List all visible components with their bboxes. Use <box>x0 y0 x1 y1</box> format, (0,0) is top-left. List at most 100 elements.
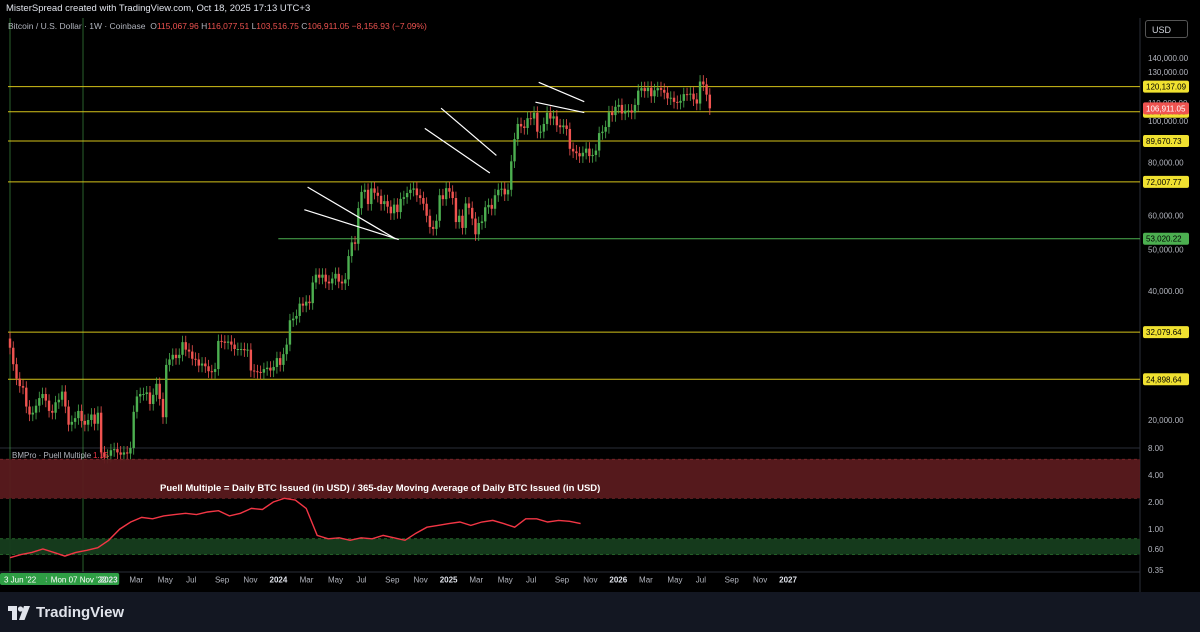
candle-body <box>54 402 57 413</box>
candle-body <box>64 391 67 407</box>
trendline-5 <box>535 101 585 114</box>
level-label-4: 53,020.22 <box>1146 235 1182 244</box>
puell-tick-0: 8.00 <box>1148 444 1164 453</box>
candle-body <box>213 369 217 372</box>
tradingview-logo-icon <box>8 605 30 620</box>
candle-body <box>399 198 402 213</box>
candle-body <box>67 406 70 425</box>
candle-body <box>181 342 184 355</box>
candle-body <box>637 90 640 105</box>
candle-body <box>409 189 412 194</box>
candle-body <box>412 188 415 190</box>
candle-body <box>178 354 181 359</box>
candle-body <box>298 303 301 316</box>
candle-body <box>663 89 666 93</box>
candle-body <box>350 242 353 257</box>
price-tick-6: 50,000.00 <box>1148 246 1184 255</box>
time-tick-18: Jul <box>526 576 536 585</box>
time-tick-17: May <box>498 576 513 585</box>
candle-body <box>187 349 191 352</box>
candle-body <box>591 154 594 157</box>
candle-body <box>21 386 25 388</box>
candle-body <box>145 392 148 395</box>
candle-body <box>337 273 340 282</box>
candle-body <box>220 340 223 342</box>
candle-body <box>467 203 471 208</box>
candle-body <box>321 274 324 278</box>
candle-body <box>594 150 598 155</box>
puell-legend-name: BMPro · Puell Multiple <box>12 451 92 460</box>
candle-body <box>604 127 607 132</box>
candle-body <box>584 148 588 153</box>
time-tick-27: 2027 <box>779 576 797 585</box>
candle-body <box>428 215 432 227</box>
candle-body <box>77 410 80 419</box>
candle-body <box>633 104 637 113</box>
candle-body <box>41 394 44 399</box>
candle-body <box>340 281 344 284</box>
tradingview-logo[interactable]: TradingView <box>8 604 124 621</box>
candle-body <box>125 452 129 454</box>
candle-body <box>135 396 139 412</box>
candle-body <box>96 412 100 424</box>
candle-body <box>386 201 389 207</box>
time-tick-13: Sep <box>385 576 400 585</box>
candle-body <box>640 88 643 91</box>
candle-body <box>558 125 562 128</box>
level-label-3: 72,007.77 <box>1146 178 1182 187</box>
candle-body <box>457 215 461 223</box>
time-tick-14: Nov <box>414 576 428 585</box>
candle-body <box>581 152 585 157</box>
price-tick-8: 20,000.00 <box>1148 416 1184 425</box>
candle-body <box>562 125 565 128</box>
candle-body <box>405 193 409 198</box>
candle-body <box>278 358 282 365</box>
candle-body <box>148 392 152 404</box>
time-tick-2: Mon 07 Nov '22 <box>51 576 107 585</box>
candle-body <box>165 364 168 418</box>
candle-body <box>12 347 15 365</box>
time-tick-21: 2026 <box>609 576 627 585</box>
candle-body <box>643 88 646 92</box>
candle-body <box>545 112 549 124</box>
candle-body <box>366 189 370 205</box>
candle-body <box>500 188 503 190</box>
candle-body <box>155 383 158 395</box>
time-tick-3: 2023 <box>100 576 118 585</box>
candle-body <box>217 340 220 370</box>
puell-tick-1: 4.00 <box>1148 471 1164 480</box>
price-tick-4: 80,000.00 <box>1148 158 1184 167</box>
candle-body <box>142 394 145 396</box>
candle-body <box>197 359 200 366</box>
logo-text: TradingView <box>36 604 125 621</box>
candle-body <box>171 354 174 360</box>
level-label-0: 120,137.09 <box>1146 83 1187 92</box>
candle-body <box>614 106 617 116</box>
candle-body <box>542 123 546 132</box>
price-chart[interactable]: 120,137.09104,987.3589,670.7372,007.7753… <box>0 0 1200 592</box>
candle-body <box>291 318 295 321</box>
candle-body <box>308 301 311 304</box>
candle-body <box>672 97 676 102</box>
trendline-1 <box>304 209 399 241</box>
candle-body <box>200 363 204 366</box>
candle-body <box>210 371 214 373</box>
candle-body <box>112 449 116 451</box>
candle-body <box>571 148 575 152</box>
candle-body <box>490 204 493 209</box>
candle-body <box>464 203 467 228</box>
candle-body <box>565 125 568 129</box>
candle-body <box>451 191 454 199</box>
candle-body <box>620 104 624 114</box>
candle-body <box>568 128 572 149</box>
price-tick-5: 60,000.00 <box>1148 212 1184 221</box>
candle-body <box>461 215 464 228</box>
time-tick-5: May <box>158 576 173 585</box>
candle-body <box>389 206 393 214</box>
candle-body <box>539 131 542 133</box>
candle-body <box>233 344 236 350</box>
candle-body <box>285 344 288 355</box>
candle-body <box>139 394 142 397</box>
time-tick-24: Jul <box>696 576 706 585</box>
candle-body <box>630 110 633 113</box>
